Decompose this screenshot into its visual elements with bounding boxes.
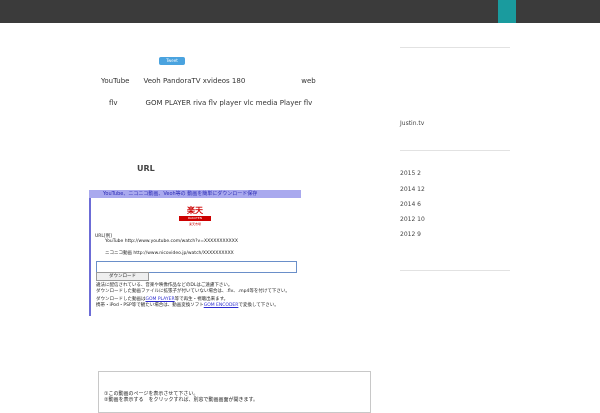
archive-link[interactable]: 2015 2: [400, 170, 421, 177]
archive-link[interactable]: 2014 6: [400, 201, 421, 208]
download-button[interactable]: ダウンロード: [96, 272, 149, 281]
sidebar-link-justin[interactable]: Justin.tv: [400, 120, 424, 127]
logo-main-text: 楽天: [187, 206, 203, 215]
note-encoder-prefix: 携帯・iPod・PSP等で観たい場合は、動画変換ソフト: [96, 303, 204, 308]
rakuten-logo[interactable]: 楽天 RAKUTEN 楽天市場: [179, 206, 211, 232]
note-encoder-suffix: で変換して下さい。: [238, 303, 279, 308]
sidebar-divider: [400, 270, 510, 271]
downloader-widget: YouTube、ニコニコ動画、Veoh等の 動画を簡単にダウンロード保存 楽天 …: [89, 190, 301, 316]
archive-link[interactable]: 2012 9: [400, 231, 421, 238]
nav-accent-tab[interactable]: [498, 0, 516, 23]
instructions-box: ①この動画のページを表示させて下さい。 ②動画を表示する をクリックすれば、別窓…: [98, 371, 371, 413]
intro-line-1: YouTube Veoh PandoraTV xvideos 180 web: [101, 77, 316, 85]
section-heading: URL: [137, 164, 155, 173]
widget-left-border: [89, 198, 91, 316]
note-extension: ダウンロードした動画ファイルに拡張子が付いていない場合は、.flv、.mp4等を…: [96, 289, 290, 294]
widget-title: YouTube、ニコニコ動画、Veoh等の 動画を簡単にダウンロード保存: [89, 190, 301, 198]
sidebar-divider: [400, 47, 510, 48]
sidebar-divider: [400, 150, 510, 151]
intro-line-2: flv GOM PLAYER riva flv player vlc media…: [109, 99, 313, 107]
note-encoder: 携帯・iPod・PSP等で観たい場合は、動画変換ソフトGOM ENCODERで変…: [96, 302, 279, 308]
archive-link[interactable]: 2014 12: [400, 186, 425, 193]
logo-small-text: 楽天市場: [188, 222, 201, 226]
nico-example: ニコニコ動画 http://www.nicovideo.jp/watch/XXX…: [105, 251, 234, 256]
tweet-button[interactable]: Tweet: [159, 57, 185, 65]
top-navigation-bar: [0, 0, 600, 23]
youtube-example: YouTube http://www.youtube.com/watch?v=X…: [105, 239, 238, 244]
logo-strip: RAKUTEN: [179, 216, 211, 221]
gom-encoder-link[interactable]: GOM ENCODER: [204, 303, 239, 308]
archive-link[interactable]: 2012 10: [400, 216, 425, 223]
